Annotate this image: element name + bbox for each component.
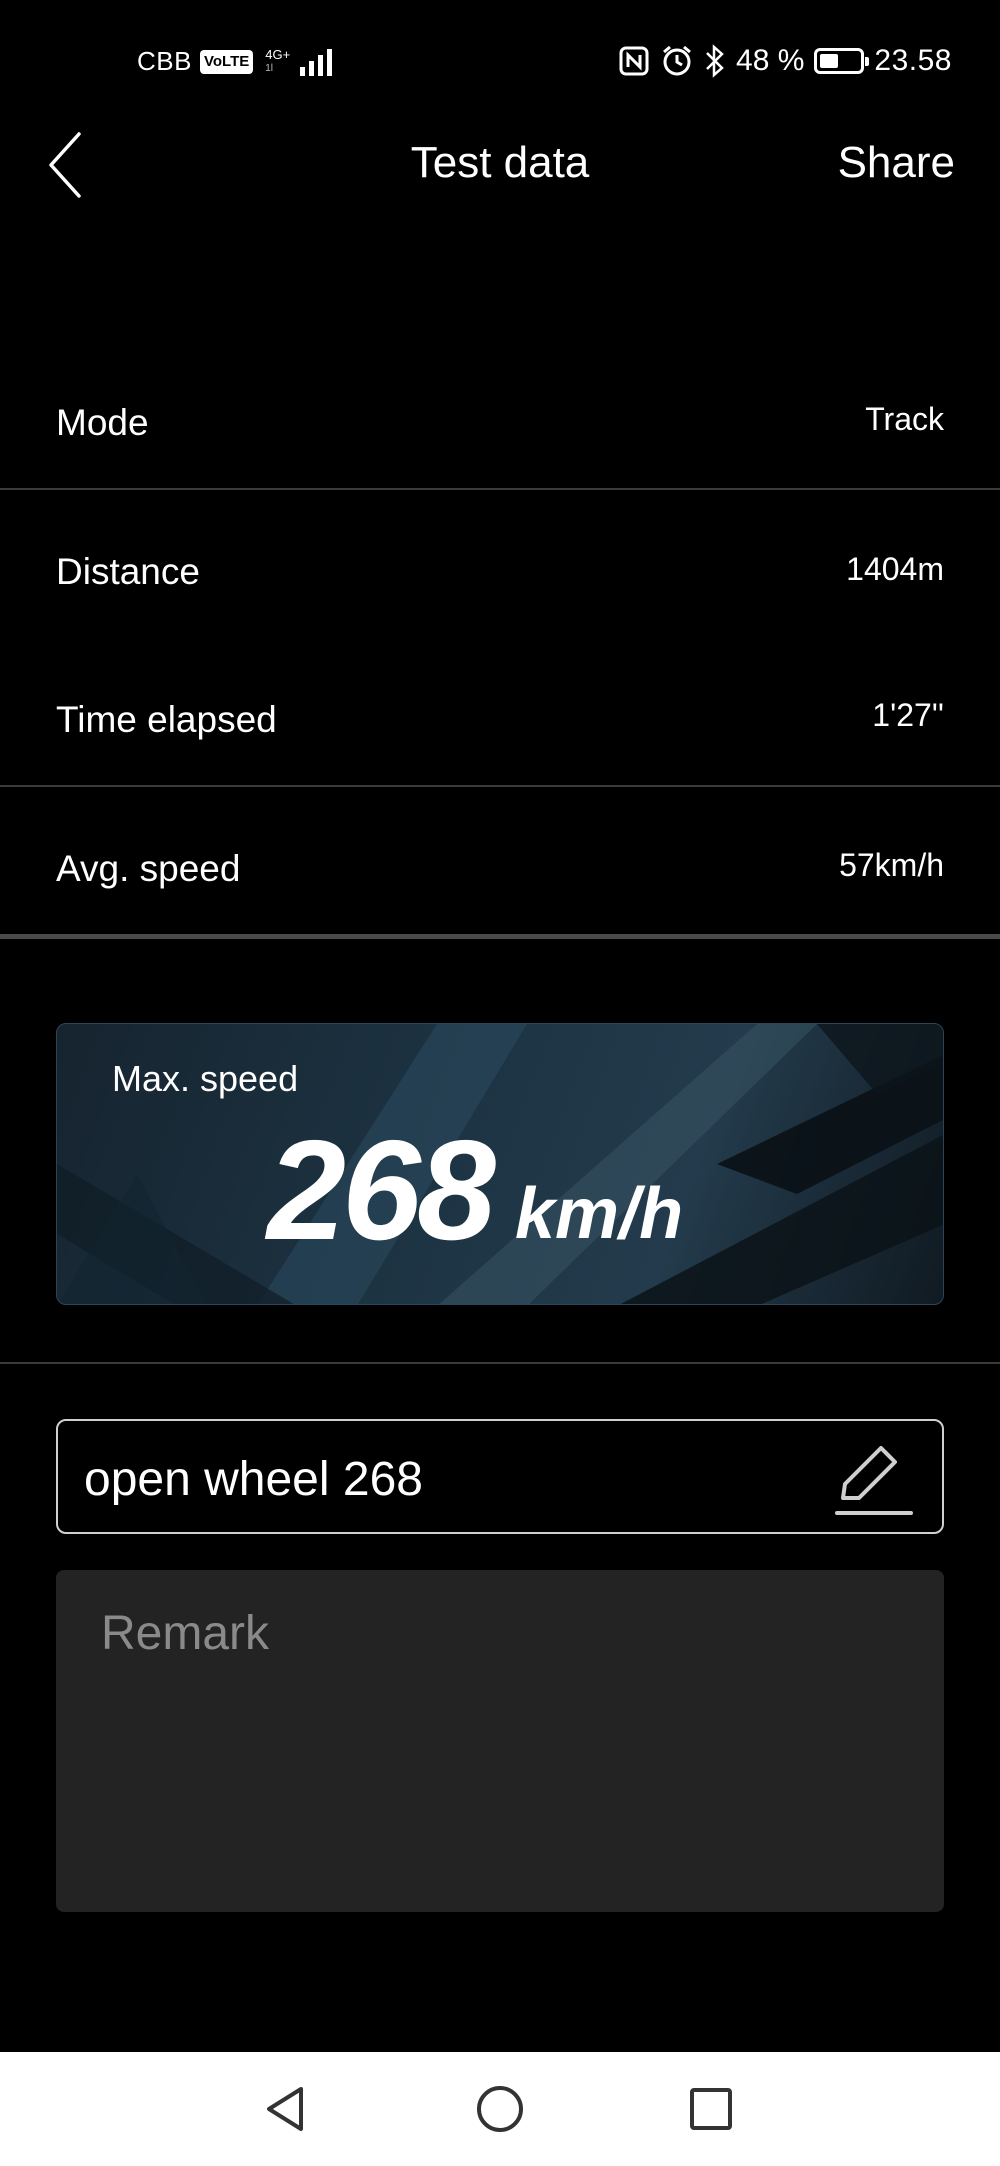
battery-percent: 48 % bbox=[736, 44, 805, 77]
carrier-name: CBB bbox=[137, 46, 192, 76]
stat-value: 1'27'' bbox=[872, 697, 944, 733]
stat-label: Mode bbox=[56, 402, 149, 443]
square-recents-icon bbox=[690, 2088, 732, 2130]
status-right: 48 % 23.58 bbox=[618, 44, 952, 78]
network-type: 4G+ bbox=[265, 46, 291, 62]
bluetooth-icon bbox=[706, 44, 724, 78]
section-divider bbox=[0, 934, 1000, 939]
max-speed-unit: km/h bbox=[515, 1174, 684, 1254]
stat-value: Track bbox=[865, 401, 944, 437]
nav-home-button[interactable] bbox=[469, 2078, 531, 2140]
stat-label: Time elapsed bbox=[56, 699, 277, 740]
network-sub: 1l bbox=[265, 62, 274, 74]
edit-name-button[interactable] bbox=[830, 1435, 916, 1521]
max-speed-label: Max. speed bbox=[112, 1058, 299, 1099]
stat-row-mode: Mode Track bbox=[0, 349, 1000, 499]
max-speed-card: Max. speed 268 km/h bbox=[56, 1023, 944, 1305]
stat-row-time-elapsed: Time elapsed 1'27'' bbox=[0, 645, 1000, 795]
battery-icon bbox=[814, 48, 870, 74]
signal-icon bbox=[300, 48, 333, 76]
pencil-icon bbox=[835, 1446, 913, 1515]
circle-home-icon bbox=[477, 2086, 523, 2132]
triangle-back-icon bbox=[267, 2087, 303, 2131]
test-name-field[interactable]: open wheel 268 bbox=[56, 1419, 944, 1534]
stat-label: Distance bbox=[56, 551, 200, 592]
nav-recents-button[interactable] bbox=[680, 2078, 742, 2140]
volte-badge: VoLTE bbox=[199, 49, 254, 74]
stat-value: 57km/h bbox=[839, 847, 944, 883]
divider bbox=[0, 785, 1000, 787]
status-left: CBB VoLTE 4G+ 1l bbox=[137, 46, 338, 77]
alarm-icon bbox=[663, 45, 691, 76]
clock: 23.58 bbox=[874, 44, 952, 77]
stat-row-avg-speed: Avg. speed 57km/h bbox=[0, 795, 1000, 945]
nfc-icon bbox=[619, 46, 649, 76]
status-bar: CBB VoLTE 4G+ 1l 48 % 23.58 bbox=[0, 0, 1000, 124]
remark-textarea[interactable] bbox=[56, 1570, 944, 1912]
system-nav-bar bbox=[0, 2052, 1000, 2166]
test-name-value[interactable]: open wheel 268 bbox=[84, 1452, 423, 1507]
share-button[interactable]: Share bbox=[838, 138, 955, 188]
divider bbox=[0, 488, 1000, 490]
top-app-bar: Test data Share bbox=[0, 124, 1000, 210]
stat-row-distance: Distance 1404m bbox=[0, 498, 1000, 648]
stat-value: 1404m bbox=[846, 551, 944, 587]
divider bbox=[0, 1362, 1000, 1364]
max-speed-value: 268 bbox=[267, 1111, 496, 1270]
nav-back-button[interactable] bbox=[255, 2078, 317, 2140]
network-indicator: 4G+ 1l bbox=[265, 46, 291, 76]
stat-label: Avg. speed bbox=[56, 848, 241, 889]
